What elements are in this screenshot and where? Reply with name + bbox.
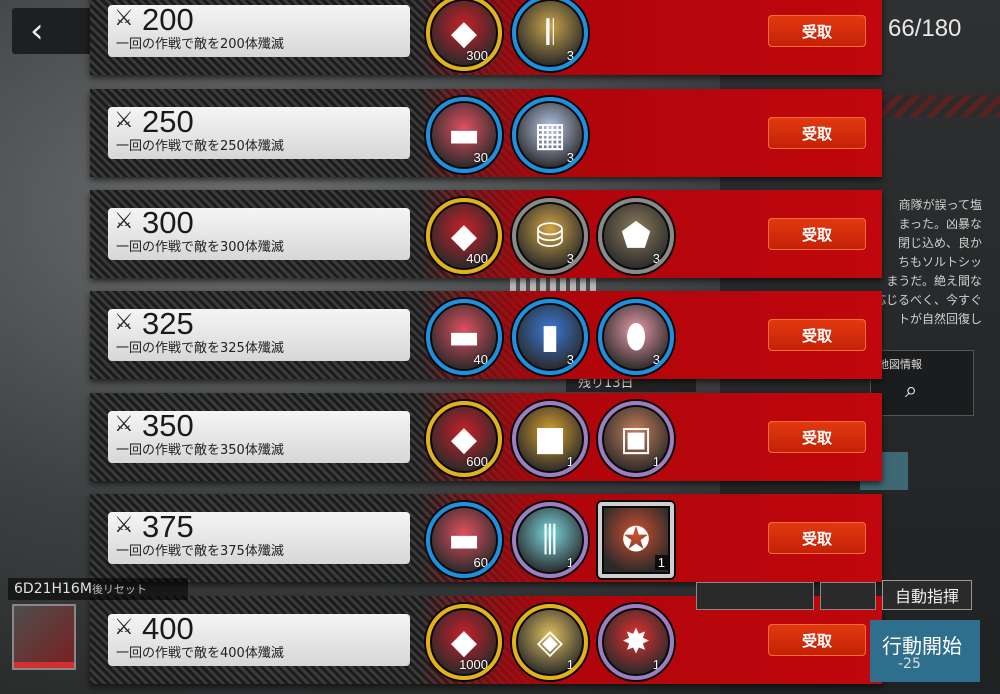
crossed-swords-icon: ⚔ [114,615,134,640]
progress-dots [510,278,600,292]
mission-description: 一回の作戦で敵を375体殲滅 [116,544,284,559]
reward-quantity: 400 [466,251,488,266]
claim-button[interactable]: 受取 [768,624,866,656]
mission-label: ⚔ 350 一回の作戦で敵を350体殲滅 [108,408,410,463]
reward-quantity: 30 [473,150,488,165]
kill-target: 350 [142,408,194,443]
mission-label: ⚔ 250 一回の作戦で敵を250体殲滅 [108,104,410,159]
reward-quantity: 1 [652,657,660,672]
reward-item[interactable]: ▬ 30 [426,97,502,173]
mission-row: ⚔ 200 一回の作戦で敵を200体殲滅 ◆ 300 𝄃 3 受取 [90,0,882,75]
reward-item[interactable]: ▬ 60 [426,502,502,578]
operator-thumbnail[interactable] [12,604,76,670]
crossed-swords-icon: ⚔ [114,412,134,437]
claim-button[interactable]: 受取 [768,522,866,554]
crossed-swords-icon: ⚔ [114,513,134,538]
claim-button[interactable]: 受取 [768,319,866,351]
kill-target: 250 [142,104,194,139]
reward-quantity: 3 [566,48,574,63]
kill-target: 200 [142,2,194,37]
start-cost: -25 [898,656,921,672]
reset-time: 6D21H16M [14,581,92,597]
map-info-label: 地図情報 [878,358,922,371]
reward-item[interactable]: ⛁ 3 [512,198,588,274]
claim-button[interactable]: 受取 [768,421,866,453]
reward-item[interactable]: ⬟ 3 [598,198,674,274]
hazard-stripe [880,95,1000,117]
claim-button[interactable]: 受取 [768,117,866,149]
mission-row: ⚔ 300 一回の作戦で敵を300体殲滅 ◆ 400 ⛁ 3 ⬟ 3 受取 [90,190,882,278]
chevron-left-icon: ‹ [30,11,44,51]
reset-suffix: 後リセット [91,583,147,596]
search-icon[interactable]: ⌕ [905,378,917,403]
reward-item[interactable]: ◆ 300 [426,0,502,71]
reward-quantity: 1 [654,555,668,570]
reward-quantity: 3 [566,352,574,367]
kill-target: 325 [142,306,194,341]
reward-item[interactable]: ▬ 40 [426,299,502,375]
mission-label: ⚔ 400 一回の作戦で敵を400体殲滅 [108,611,410,666]
mission-description: 一回の作戦で敵を300体殲滅 [116,240,284,255]
mission-row: ⚔ 325 一回の作戦で敵を325体殲滅 ▬ 40 ▮ 3 ⬮ 3 受取 [90,291,882,379]
reward-quantity: 3 [566,150,574,165]
reward-quantity: 1 [566,555,574,570]
reward-item[interactable]: ✸ 1 [598,604,674,680]
reward-quantity: 3 [652,251,660,266]
claim-button[interactable]: 受取 [768,218,866,250]
reward-quantity: 40 [473,352,488,367]
mission-description: 一回の作戦で敵を400体殲滅 [116,646,284,661]
reward-quantity: 1 [652,454,660,469]
mission-description: 一回の作戦で敵を250体殲滅 [116,139,284,154]
mission-counter: 66/180 [888,15,962,42]
reward-item[interactable]: ◆ 400 [426,198,502,274]
reward-item[interactable]: ✪ 1 [598,502,674,578]
crossed-swords-icon: ⚔ [114,310,134,335]
reward-quantity: 1 [566,657,574,672]
start-operation-button[interactable]: 行動開始 [870,620,980,682]
crossed-swords-icon: ⚔ [114,209,134,234]
reward-item[interactable]: ▦ 3 [512,97,588,173]
mission-row: ⚔ 375 一回の作戦で敵を375体殲滅 ▬ 60 ⫼ 1 ✪ 1 受取 [90,494,882,582]
mission-label: ⚔ 200 一回の作戦で敵を200体殲滅 [108,2,410,57]
kill-target: 400 [142,611,194,646]
reward-quantity: 3 [566,251,574,266]
mission-description: 一回の作戦で敵を325体殲滅 [116,341,284,356]
reward-item[interactable]: 𝄃 3 [512,0,588,71]
reward-item[interactable]: ◆ 1000 [426,604,502,680]
mission-description: 一回の作戦で敵を350体殲滅 [116,443,284,458]
option-toggle[interactable] [820,582,876,610]
back-button[interactable]: ‹ [12,8,98,54]
reward-item[interactable]: ▮ 3 [512,299,588,375]
reward-quantity: 300 [466,48,488,63]
auto-assign-button[interactable]: 自動指揮 [882,580,972,610]
mission-label: ⚔ 300 一回の作戦で敵を300体殲滅 [108,205,410,260]
reward-quantity: 600 [466,454,488,469]
claim-button[interactable]: 受取 [768,15,866,47]
reward-item[interactable]: ◈ 1 [512,604,588,680]
reward-quantity: 3 [652,352,660,367]
reward-quantity: 60 [473,555,488,570]
reward-item[interactable]: ⫼ 1 [512,502,588,578]
reward-item[interactable]: ▣ 1 [598,401,674,477]
kill-target: 300 [142,205,194,240]
crossed-swords-icon: ⚔ [114,108,134,133]
reward-item[interactable]: ⬮ 3 [598,299,674,375]
mission-label: ⚔ 325 一回の作戦で敵を325体殲滅 [108,306,410,361]
reset-timer: 6D21H16M後リセット [8,578,188,600]
reward-item[interactable]: ■ 1 [512,401,588,477]
reward-item[interactable]: ◆ 600 [426,401,502,477]
crossed-swords-icon: ⚔ [114,6,134,31]
mission-description: 一回の作戦で敵を200体殲滅 [116,37,284,52]
mission-row: ⚔ 350 一回の作戦で敵を350体殲滅 ◆ 600 ■ 1 ▣ 1 受取 [90,393,882,481]
mission-label: ⚔ 375 一回の作戦で敵を375体殲滅 [108,509,410,564]
mission-row: ⚔ 250 一回の作戦で敵を250体殲滅 ▬ 30 ▦ 3 受取 [90,89,882,177]
kill-target: 375 [142,509,194,544]
thumbnail-bar [14,662,74,668]
reward-quantity: 1 [566,454,574,469]
option-checkbox[interactable] [696,582,814,610]
reward-quantity: 1000 [459,657,488,672]
